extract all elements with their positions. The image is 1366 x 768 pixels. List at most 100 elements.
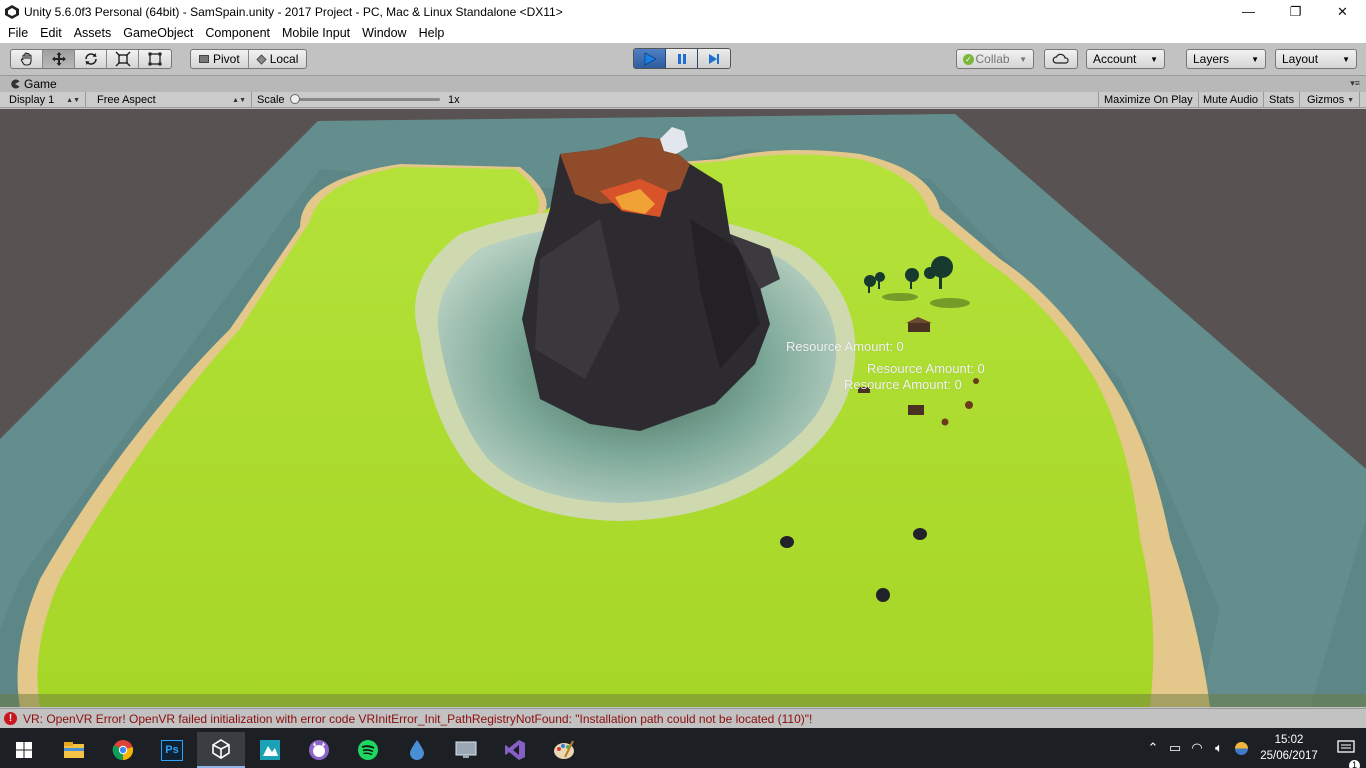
start-button[interactable] xyxy=(0,732,48,768)
hand-tool-button[interactable] xyxy=(11,50,43,68)
layout-label: Layout xyxy=(1282,52,1319,66)
tab-game[interactable]: Game xyxy=(4,76,63,92)
mute-audio-toggle[interactable]: Mute Audio xyxy=(1198,92,1265,108)
menu-window[interactable]: Window xyxy=(356,26,412,40)
taskbar-app[interactable] xyxy=(246,732,294,768)
error-icon: ! xyxy=(4,712,17,725)
chevron-down-icon: ▼ xyxy=(1342,54,1350,64)
play-button[interactable] xyxy=(634,49,666,68)
scale-value: 1x xyxy=(448,94,460,106)
chrome-icon xyxy=(112,740,134,761)
pivot-toggle[interactable]: Pivot xyxy=(191,50,249,68)
game-viewport[interactable]: Resource Amount: 0 Resource Amount: 0 Re… xyxy=(0,109,1366,707)
collab-label: Collab xyxy=(975,52,1010,66)
rotate-tool-button[interactable] xyxy=(75,50,107,68)
notification-badge: 1 xyxy=(1349,760,1360,768)
minimize-button[interactable]: — xyxy=(1225,0,1272,23)
taskbar-paint[interactable] xyxy=(540,732,588,768)
app-icon xyxy=(260,740,280,760)
battery-icon[interactable]: ▭ xyxy=(1164,740,1186,756)
tab-bar: Game ▾≡ xyxy=(0,76,1366,92)
close-button[interactable]: ✕ xyxy=(1319,0,1366,23)
chevron-up-icon[interactable]: ⌃ xyxy=(1142,740,1164,756)
taskbar-drop[interactable] xyxy=(393,732,441,768)
playback-controls xyxy=(633,48,731,69)
clock[interactable]: 15:02 25/06/2017 xyxy=(1252,732,1326,764)
chevron-down-icon: ▼ xyxy=(1251,54,1259,64)
taskbar-github[interactable] xyxy=(295,732,343,768)
taskbar-unity[interactable] xyxy=(197,732,245,768)
local-label: Local xyxy=(269,52,299,66)
gizmos-dropdown[interactable]: Gizmos ▼ xyxy=(1302,92,1360,108)
menu-component[interactable]: Component xyxy=(199,26,276,40)
github-icon xyxy=(309,740,329,760)
menu-file[interactable]: File xyxy=(2,26,34,40)
maximize-on-play-toggle[interactable]: Maximize On Play xyxy=(1098,92,1199,108)
taskbar-chrome[interactable] xyxy=(99,732,147,768)
pivot-label: Pivot xyxy=(213,52,240,66)
scale-slider[interactable] xyxy=(290,94,440,104)
notification-center-button[interactable]: 1 xyxy=(1326,740,1366,768)
menu-edit[interactable]: Edit xyxy=(34,26,68,40)
drop-icon xyxy=(410,740,424,760)
move-icon xyxy=(51,52,66,66)
display-label: Display 1 xyxy=(9,94,55,106)
taskbar-monitor[interactable] xyxy=(442,732,490,768)
scale-icon xyxy=(115,51,130,67)
tab-menu-icon[interactable]: ▾≡ xyxy=(1350,78,1360,89)
tab-game-label: Game xyxy=(24,77,57,91)
resource-amount-label: Resource Amount: 0 xyxy=(867,361,985,376)
cloud-button[interactable] xyxy=(1044,49,1078,69)
rect-tool-button[interactable] xyxy=(139,50,171,68)
scale-slider-handle[interactable] xyxy=(290,94,300,104)
display-dropdown[interactable]: Display 1 ▲▼ xyxy=(4,92,86,108)
scale-label: Scale xyxy=(257,94,285,106)
move-tool-button[interactable] xyxy=(43,50,75,68)
scale-tool-button[interactable] xyxy=(107,50,139,68)
clock-time: 15:02 xyxy=(1274,734,1304,746)
menu-help[interactable]: Help xyxy=(413,26,451,40)
layers-dropdown[interactable]: Layers ▼ xyxy=(1186,49,1266,69)
collab-dropdown[interactable]: ✓ Collab ▼ xyxy=(956,49,1034,69)
clock-date: 25/06/2017 xyxy=(1260,750,1318,762)
menu-mobile-input[interactable]: Mobile Input xyxy=(276,26,356,40)
title-bar: Unity 5.6.0f3 Personal (64bit) - SamSpai… xyxy=(0,0,1366,23)
main-toolbar: Pivot Local ✓ Collab ▼ Account ▼ Layers … xyxy=(0,43,1366,76)
taskbar-visual-studio[interactable] xyxy=(491,732,539,768)
menu-gameobject[interactable]: GameObject xyxy=(117,26,199,40)
play-icon xyxy=(644,51,657,66)
taskbar-photoshop[interactable]: Ps xyxy=(148,732,196,768)
pacman-icon xyxy=(11,79,20,89)
visual-studio-icon xyxy=(505,740,525,760)
taskbar-file-explorer[interactable] xyxy=(50,732,98,768)
pause-button[interactable] xyxy=(666,49,698,68)
maximize-button[interactable]: ❐ xyxy=(1272,0,1319,23)
step-button[interactable] xyxy=(698,49,730,68)
menu-assets[interactable]: Assets xyxy=(68,26,118,40)
cloud-icon xyxy=(1052,53,1069,64)
system-tray: ⌃ ▭ ◠ 🔈︎ 15:02 25/06/2017 1 xyxy=(1142,728,1366,768)
stats-toggle[interactable]: Stats xyxy=(1264,92,1301,108)
local-toggle[interactable]: Local xyxy=(249,50,307,68)
spotify-icon xyxy=(358,740,378,760)
weather-icon[interactable] xyxy=(1230,741,1252,755)
layout-dropdown[interactable]: Layout ▼ xyxy=(1275,49,1357,69)
cube-icon xyxy=(256,53,267,65)
hut xyxy=(908,323,930,332)
windows-taskbar: Ps ⌃ ▭ ◠ 🔈︎ 15:02 25/06/2017 1 xyxy=(0,728,1366,768)
volume-icon[interactable]: 🔈︎ xyxy=(1208,740,1230,756)
pivot-controls: Pivot Local xyxy=(190,49,308,69)
unity-logo-icon xyxy=(5,4,19,19)
notification-icon xyxy=(1337,740,1355,753)
aspect-dropdown[interactable]: Free Aspect ▲▼ xyxy=(92,92,252,108)
step-icon xyxy=(709,53,719,64)
account-dropdown[interactable]: Account ▼ xyxy=(1086,49,1165,69)
wifi-icon[interactable]: ◠ xyxy=(1186,740,1208,756)
chevron-down-icon: ▼ xyxy=(1019,54,1027,64)
transform-tools xyxy=(10,49,172,69)
rect-icon xyxy=(148,52,162,66)
rock xyxy=(780,536,794,548)
taskbar-spotify[interactable] xyxy=(344,732,392,768)
console-status-bar[interactable]: ! VR: OpenVR Error! OpenVR failed initia… xyxy=(0,708,1366,728)
unity-icon xyxy=(212,739,230,759)
